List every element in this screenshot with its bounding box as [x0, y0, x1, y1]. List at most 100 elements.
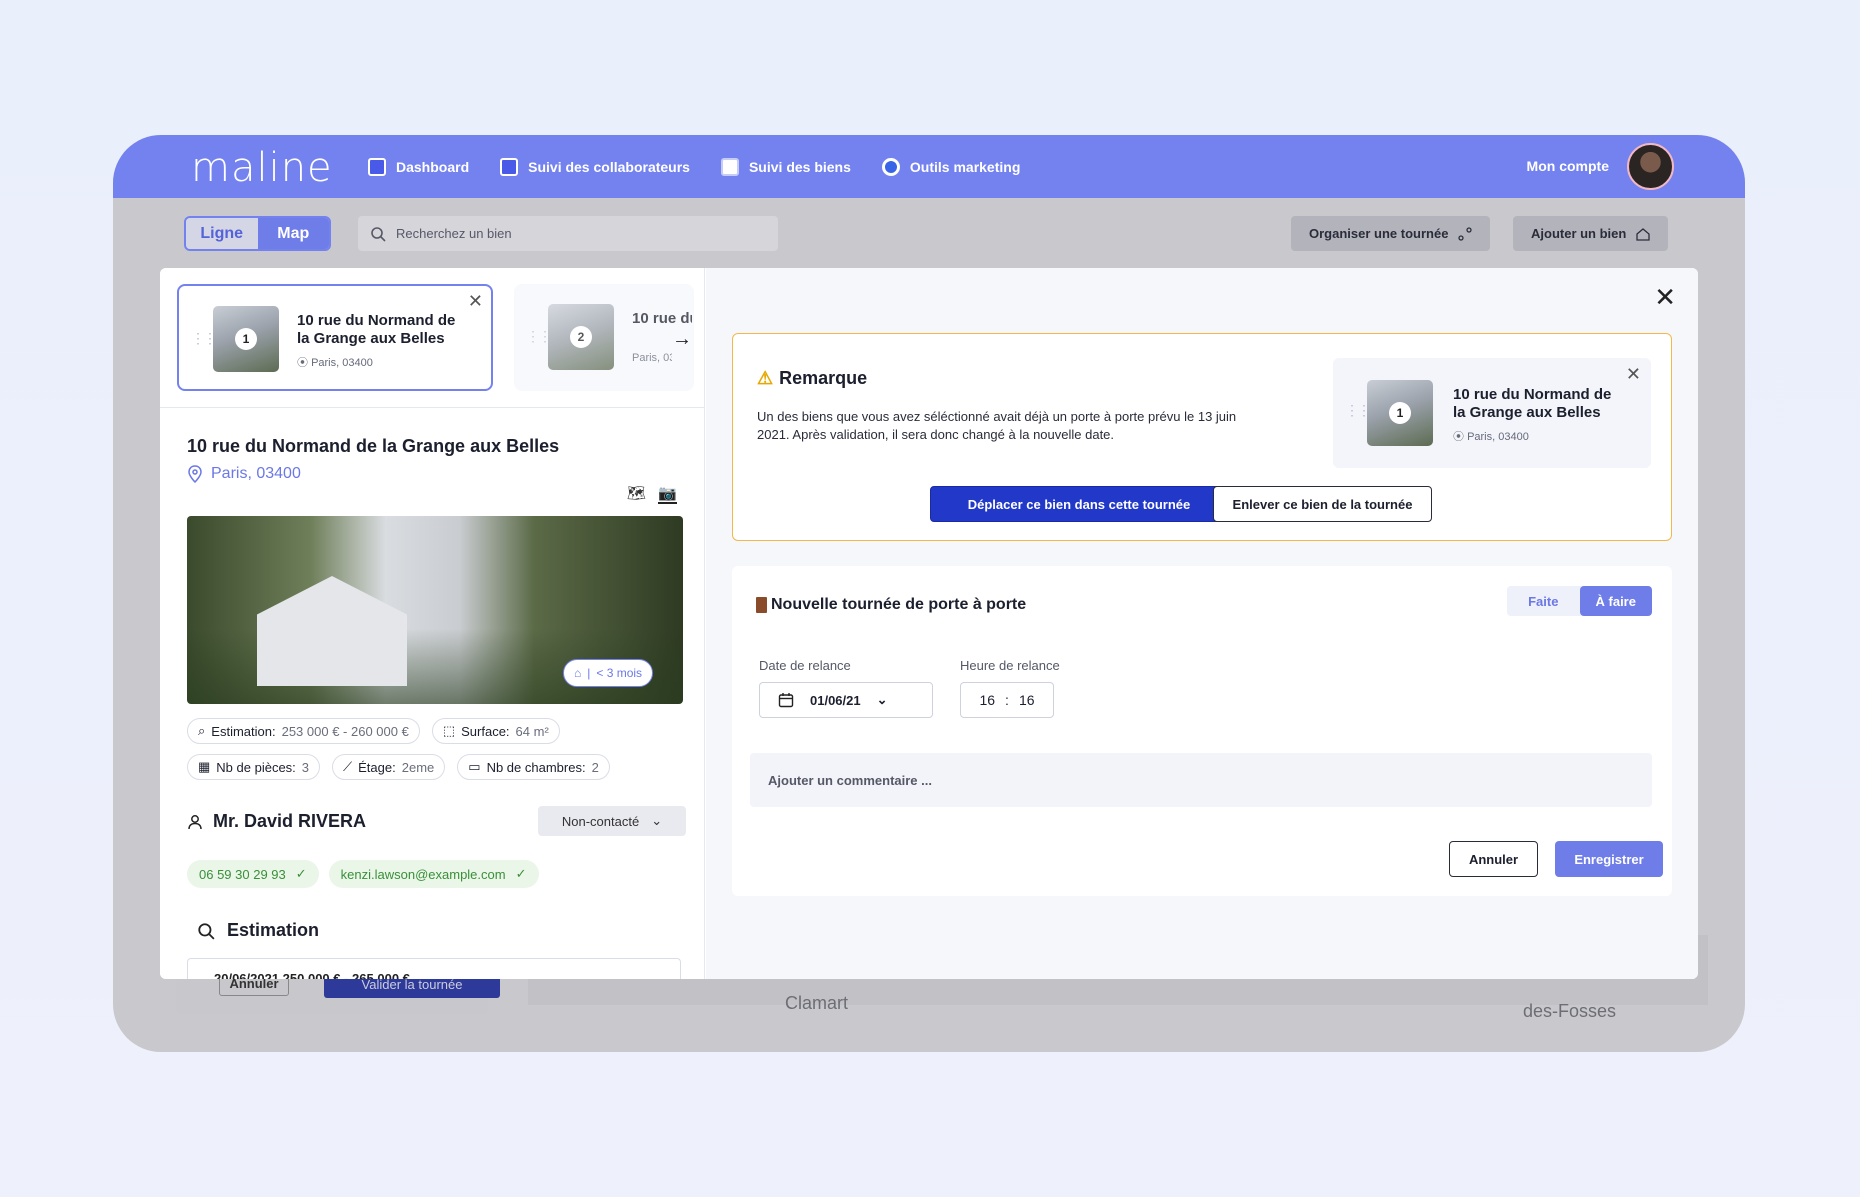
comment-input[interactable]: Ajouter un commentaire ...	[750, 753, 1652, 807]
property-card-next[interactable]: ⋮⋮ 2 10 rue du Normand de la Grange aux …	[514, 284, 694, 391]
top-navigation: maline Dashboard Suivi des collaborateur…	[113, 135, 1745, 198]
save-button[interactable]: Enregistrer	[1555, 841, 1663, 877]
search-placeholder: Recherchez un bien	[396, 226, 512, 241]
nav-biens[interactable]: Suivi des biens	[720, 157, 851, 176]
feature-label: Estimation:	[211, 723, 276, 739]
property-detail: 10 rue du Normand de la Grange aux Belle…	[187, 436, 687, 504]
minute-value[interactable]: 16	[1019, 692, 1035, 708]
feature-label: Surface:	[461, 723, 510, 739]
nav-dashboard[interactable]: Dashboard	[368, 157, 469, 176]
photo-age-text: < 3 mois	[596, 666, 643, 680]
card-title: 10 rue du Normand de la Grange aux Belle…	[1453, 386, 1612, 421]
property-photo[interactable]: ⌂ | < 3 mois	[187, 516, 683, 704]
email-text: kenzi.lawson@example.com	[340, 866, 506, 882]
hour-value[interactable]: 16	[979, 692, 995, 708]
avatar[interactable]	[1627, 143, 1674, 190]
notebook-icon	[720, 157, 739, 176]
remark-property-card[interactable]: ⋮⋮ 1 10 rue du Normand de la Grange aux …	[1333, 358, 1651, 468]
feature-value: 2	[591, 759, 599, 775]
estimation-row[interactable]: 20/06/2021 250 000 € - 265 000 €	[187, 958, 681, 979]
arrow-right-icon[interactable]: →	[672, 328, 692, 351]
new-tour-form: Nouvelle tournée de porte à porte Faite …	[732, 566, 1672, 896]
card-location: ⦿ Paris, 03400	[297, 357, 373, 369]
feature-value: 2eme	[401, 759, 435, 775]
tour-panel: ✕ ⚠ Remarque Un des biens que vous avez …	[706, 268, 1698, 979]
house-plus-icon	[1636, 227, 1650, 241]
card-location: Paris, 03400	[632, 352, 672, 364]
owner-name: Mr. David RIVERA	[187, 811, 366, 832]
status-todo-button[interactable]: À faire	[1579, 586, 1652, 616]
route-icon	[1458, 226, 1473, 241]
camera-icon[interactable]: 📷	[658, 484, 677, 504]
card-number: 2	[570, 326, 592, 348]
drag-handle-icon[interactable]: ⋮⋮	[191, 330, 217, 347]
tour-modal: ⋮⋮ 1 10 rue du Normand de la Grange aux …	[160, 268, 1698, 979]
property-card-selected[interactable]: ⋮⋮ 1 10 rue du Normand de la Grange aux …	[177, 284, 493, 391]
status-done-button[interactable]: Faite	[1507, 586, 1580, 616]
close-icon[interactable]: ✕	[1626, 364, 1641, 385]
close-modal-icon[interactable]: ✕	[1654, 282, 1676, 313]
badge-separator: |	[587, 666, 591, 680]
drag-handle-icon[interactable]: ⋮⋮	[1345, 402, 1371, 419]
feature-value: 253 000 € - 260 000 €	[281, 723, 409, 739]
feature-value: 3	[301, 759, 310, 775]
map-label-clamart: Clamart	[785, 993, 849, 1013]
contact-info: 06 59 30 29 93 ✓ kenzi.lawson@example.com…	[187, 860, 539, 888]
search-input[interactable]: Recherchez un bien	[358, 216, 778, 251]
cancel-button[interactable]: Annuler	[1449, 841, 1538, 877]
logo[interactable]: maline	[191, 145, 333, 191]
target-icon	[881, 157, 900, 176]
remark-box: ⚠ Remarque Un des biens que vous avez sé…	[732, 333, 1672, 541]
property-card-carousel: ⋮⋮ 1 10 rue du Normand de la Grange aux …	[160, 268, 705, 408]
dashboard-icon	[368, 157, 386, 176]
feature-value: 64 m²	[515, 723, 549, 739]
account-link[interactable]: Mon compte	[1527, 158, 1609, 174]
main-nav: Dashboard Suivi des collaborateurs Suivi…	[368, 135, 1020, 198]
area-icon: ⬚	[442, 723, 456, 738]
view-map-button[interactable]: Map	[257, 218, 329, 249]
person-icon	[187, 814, 203, 830]
date-value: 01/06/21	[810, 692, 861, 708]
date-picker[interactable]: 01/06/21 ⌄	[759, 682, 933, 718]
property-features: ⌕ Estimation: 253 000 € - 260 000 € ⬚ Surfa…	[187, 718, 687, 780]
check-icon: ✓	[295, 866, 307, 881]
map-icon[interactable]: 🗺	[627, 484, 646, 504]
tour-title: Nouvelle tournée de porte à porte	[756, 596, 1026, 614]
pin-icon	[187, 465, 203, 483]
remove-from-tour-button[interactable]: Enlever ce bien de la tournée	[1213, 486, 1432, 522]
property-thumbnail: 1	[213, 306, 279, 372]
tour-title-text: Nouvelle tournée de porte à porte	[771, 596, 1027, 613]
drag-handle-icon[interactable]: ⋮⋮	[526, 328, 552, 345]
property-panel: ⋮⋮ 1 10 rue du Normand de la Grange aux …	[160, 268, 705, 979]
nav-collaborateurs[interactable]: Suivi des collaborateurs	[500, 157, 690, 176]
owner-name-text: Mr. David RIVERA	[213, 811, 367, 831]
property-location-text: Paris, 03400	[211, 465, 301, 482]
card-number: 1	[235, 328, 257, 350]
view-toggle: Ligne Map	[184, 216, 331, 251]
add-property-button[interactable]: Ajouter un bien	[1513, 216, 1669, 251]
nav-marketing[interactable]: Outils marketing	[881, 157, 1020, 176]
email-chip[interactable]: kenzi.lawson@example.com ✓	[328, 860, 539, 888]
organize-tour-button[interactable]: Organiser une tournée	[1291, 216, 1491, 251]
nav-collaborateurs-label: Suivi des collaborateurs	[528, 158, 690, 175]
card-title: 10 rue du Normand de la Grange aux Belle…	[297, 312, 456, 347]
feature-label: Nb de chambres:	[486, 759, 586, 775]
date-label: Date de relance	[759, 658, 851, 673]
card-location: ⦿ Paris, 03400	[1453, 431, 1529, 443]
feature-label: Nb de pièces:	[216, 759, 296, 775]
contact-status-select[interactable]: Non-contacté ⌄	[538, 806, 686, 836]
search-icon: ⌕	[198, 723, 206, 738]
view-line-button[interactable]: Ligne	[186, 218, 258, 249]
property-thumbnail: 2	[548, 304, 614, 370]
time-picker[interactable]: 16 : 16	[960, 682, 1054, 718]
time-separator: :	[1005, 692, 1009, 708]
rooms-icon: ▦	[198, 759, 211, 774]
property-location: Paris, 03400	[187, 465, 687, 483]
close-icon[interactable]: ✕	[468, 291, 483, 312]
feature-rooms: ▦ Nb de pièces: 3	[187, 754, 321, 780]
move-to-tour-button[interactable]: Déplacer ce bien dans cette tournée	[930, 486, 1228, 522]
photo-age-badge: ⌂ | < 3 mois	[563, 659, 654, 687]
remark-title: ⚠ Remarque	[757, 368, 867, 389]
feature-bedrooms: ▭ Nb de chambres: 2	[457, 754, 610, 780]
phone-chip[interactable]: 06 59 30 29 93 ✓	[187, 860, 319, 888]
